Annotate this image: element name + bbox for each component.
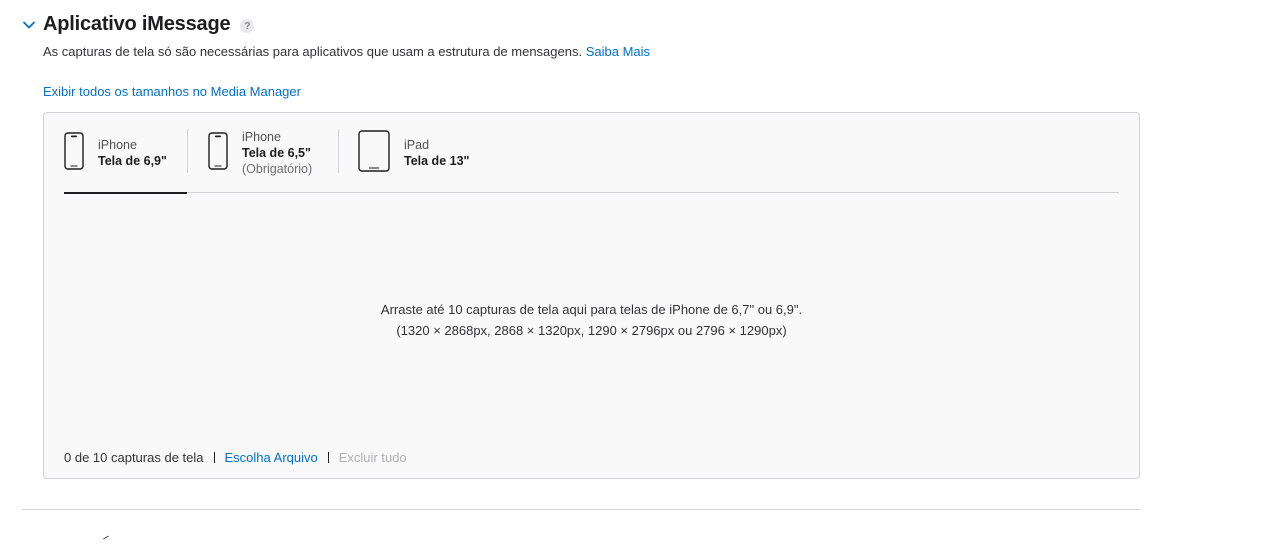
tab-screen-size: Tela de 13" <box>404 154 470 168</box>
section-header: Aplicativo iMessage ? <box>22 13 255 36</box>
tab-ipad-13[interactable]: iPad Tela de 13" <box>358 113 488 193</box>
media-manager-link[interactable]: Exibir todos os tamanhos no Media Manage… <box>43 84 301 99</box>
chevron-down-icon[interactable] <box>22 18 36 32</box>
help-icon[interactable]: ? <box>240 19 255 33</box>
drop-dimensions: (1320 × 2868px, 2868 × 1320px, 1290 × 27… <box>396 323 787 338</box>
learn-more-link[interactable]: Saiba Mais <box>586 44 650 59</box>
separator <box>327 452 329 463</box>
iphone-icon <box>208 131 228 175</box>
tab-label: iPhone Tela de 6,5" (Obrigatório) <box>242 129 312 177</box>
tab-label: iPhone Tela de 6,9" <box>98 137 167 169</box>
tab-screen-size: Tela de 6,9" <box>98 154 167 168</box>
tab-device-name: iPad <box>404 138 430 152</box>
tab-required-note: (Obrigatório) <box>242 162 313 176</box>
ipad-icon <box>358 129 390 177</box>
tab-screen-size: Tela de 6,5" <box>242 146 311 160</box>
screenshot-panel: iPhone Tela de 6,9" iPhone Tela de 6,5" … <box>43 112 1140 479</box>
tab-iphone-6-5[interactable]: iPhone Tela de 6,5" (Obrigatório) <box>208 113 338 193</box>
tab-device-name: iPhone <box>98 138 137 152</box>
choose-file-button[interactable]: Escolha Arquivo <box>225 450 318 465</box>
screenshot-footer: 0 de 10 capturas de tela Escolha Arquivo… <box>64 450 407 465</box>
iphone-icon <box>64 131 84 175</box>
next-section-glyph <box>103 535 109 540</box>
section-title: Aplicativo iMessage <box>43 13 231 35</box>
device-tabs: iPhone Tela de 6,9" iPhone Tela de 6,5" … <box>64 113 1119 194</box>
tab-divider <box>187 129 188 173</box>
tab-divider <box>338 129 339 173</box>
delete-all-button[interactable]: Excluir tudo <box>339 450 407 465</box>
drop-instructions: Arraste até 10 capturas de tela aqui par… <box>380 302 803 317</box>
screenshot-drop-zone[interactable]: Arraste até 10 capturas de tela aqui par… <box>44 194 1139 434</box>
tab-label: iPad Tela de 13" <box>404 137 469 169</box>
description-text: As capturas de tela só são necessárias p… <box>43 44 583 59</box>
separator <box>213 452 215 463</box>
tab-device-name: iPhone <box>242 130 281 144</box>
screenshot-count: 0 de 10 capturas de tela <box>64 450 204 465</box>
section-divider <box>22 509 1140 510</box>
tab-iphone-6-9[interactable]: iPhone Tela de 6,9" <box>64 113 187 194</box>
section-description: As capturas de tela só são necessárias p… <box>43 44 650 59</box>
